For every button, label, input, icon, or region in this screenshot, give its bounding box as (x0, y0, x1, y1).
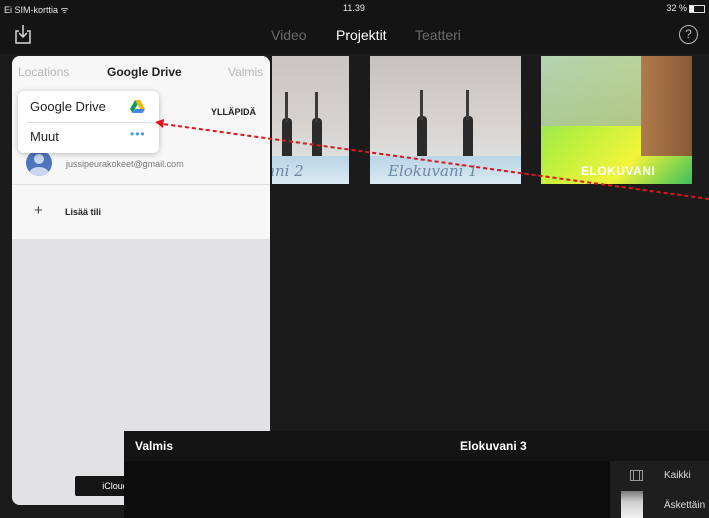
manage-button[interactable]: YLLÄPIDÄ (211, 107, 256, 117)
divider (27, 122, 151, 123)
recent-thumbnail-icon (621, 491, 643, 518)
plus-icon: + (34, 202, 43, 219)
menu-item-other[interactable]: Muut (30, 129, 59, 144)
battery-indicator: 32 % (666, 3, 705, 13)
locations-back-button[interactable]: Locations (18, 65, 69, 79)
location-popover: Google Drive Muut ••• (18, 91, 159, 153)
more-icon: ••• (130, 127, 146, 141)
add-account-button[interactable]: Lisää tili (65, 207, 101, 217)
import-icon[interactable] (14, 24, 32, 44)
account-avatar (26, 150, 52, 176)
clock: 11.39 (343, 3, 365, 13)
tab-video[interactable]: Video (271, 27, 307, 43)
sidebar-item-recent[interactable]: Äskettäin (664, 500, 705, 511)
sheet-done-button[interactable]: Valmis (135, 439, 173, 453)
status-bar: Ei SIM-korttia ᯤ 11.39 32 % (0, 0, 709, 16)
project-title: ELOKUVANI (581, 164, 656, 178)
account-email: jussipeurakokeet@gmail.com (66, 159, 184, 169)
menu-item-google-drive[interactable]: Google Drive (30, 99, 106, 114)
media-sidebar: Kaikki Äskettäin (610, 461, 709, 518)
tab-projects[interactable]: Projektit (336, 27, 387, 43)
carrier-label: Ei SIM-korttia ᯤ (4, 5, 69, 15)
project-thumbnail[interactable]: ELOKUVANI (541, 56, 692, 184)
panel-title: Google Drive (107, 65, 182, 79)
google-drive-icon (130, 100, 145, 113)
help-button[interactable]: ? (679, 25, 698, 44)
film-icon (630, 470, 643, 481)
divider (12, 184, 270, 185)
sidebar-item-all[interactable]: Kaikki (664, 470, 691, 481)
project-thumbnail[interactable]: Elokuvani 1 (370, 56, 521, 184)
tab-theater[interactable]: Teatteri (415, 27, 461, 43)
project-title: Elokuvani 1 (388, 162, 478, 180)
project-title: ani 2 (272, 162, 304, 180)
wifi-icon: ᯤ (60, 5, 69, 15)
panel-done-button[interactable]: Valmis (228, 65, 263, 79)
app-toolbar: Video Projektit Teatteri ? (0, 16, 709, 54)
project-thumbnail[interactable]: ani 2 (272, 56, 349, 184)
battery-icon (689, 4, 705, 13)
sheet-title: Elokuvani 3 (460, 439, 527, 453)
project-sheet: Valmis Elokuvani 3 Kaikki Äskettäin (124, 431, 709, 518)
